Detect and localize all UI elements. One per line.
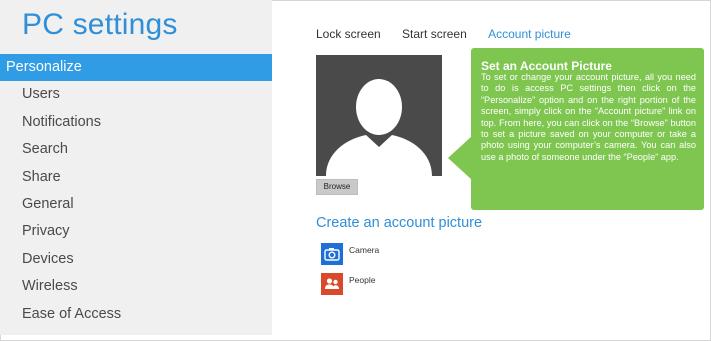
user-silhouette-icon xyxy=(326,79,432,176)
create-picture-heading: Create an account picture xyxy=(316,215,483,231)
info-callout: Set an Account Picture To set or change … xyxy=(471,48,704,210)
sidebar: PC settings Personalize Users Notificati… xyxy=(0,0,272,335)
sidebar-nav: Personalize Users Notifications Search S… xyxy=(0,54,272,328)
sidebar-item-share[interactable]: Share xyxy=(0,164,272,191)
tab-account-picture[interactable]: Account picture xyxy=(488,27,571,41)
sidebar-item-users[interactable]: Users xyxy=(0,81,272,108)
people-icon xyxy=(321,273,343,295)
account-picture xyxy=(316,55,442,176)
sidebar-item-privacy[interactable]: Privacy xyxy=(0,218,272,245)
browse-button[interactable]: Browse xyxy=(316,179,358,195)
sidebar-item-personalize[interactable]: Personalize xyxy=(0,54,272,82)
sidebar-item-search[interactable]: Search xyxy=(0,136,272,163)
callout-body: To set or change your account picture, a… xyxy=(481,72,696,162)
sidebar-item-general[interactable]: General xyxy=(0,191,272,218)
camera-icon xyxy=(321,243,343,265)
tab-start-screen[interactable]: Start screen xyxy=(402,27,467,41)
callout-pointer xyxy=(448,136,472,180)
callout-title: Set an Account Picture xyxy=(481,59,612,73)
sidebar-item-notifications[interactable]: Notifications xyxy=(0,109,272,136)
tab-lock-screen[interactable]: Lock screen xyxy=(316,27,381,41)
camera-option-label: Camera xyxy=(349,245,380,255)
sidebar-item-devices[interactable]: Devices xyxy=(0,246,272,273)
people-option-label: People xyxy=(349,275,376,285)
sidebar-item-wireless[interactable]: Wireless xyxy=(0,273,272,300)
page-title: PC settings xyxy=(22,8,178,41)
sidebar-item-ease-of-access[interactable]: Ease of Access xyxy=(0,301,272,328)
settings-tabs: Lock screen Start screen Account picture xyxy=(316,27,589,41)
